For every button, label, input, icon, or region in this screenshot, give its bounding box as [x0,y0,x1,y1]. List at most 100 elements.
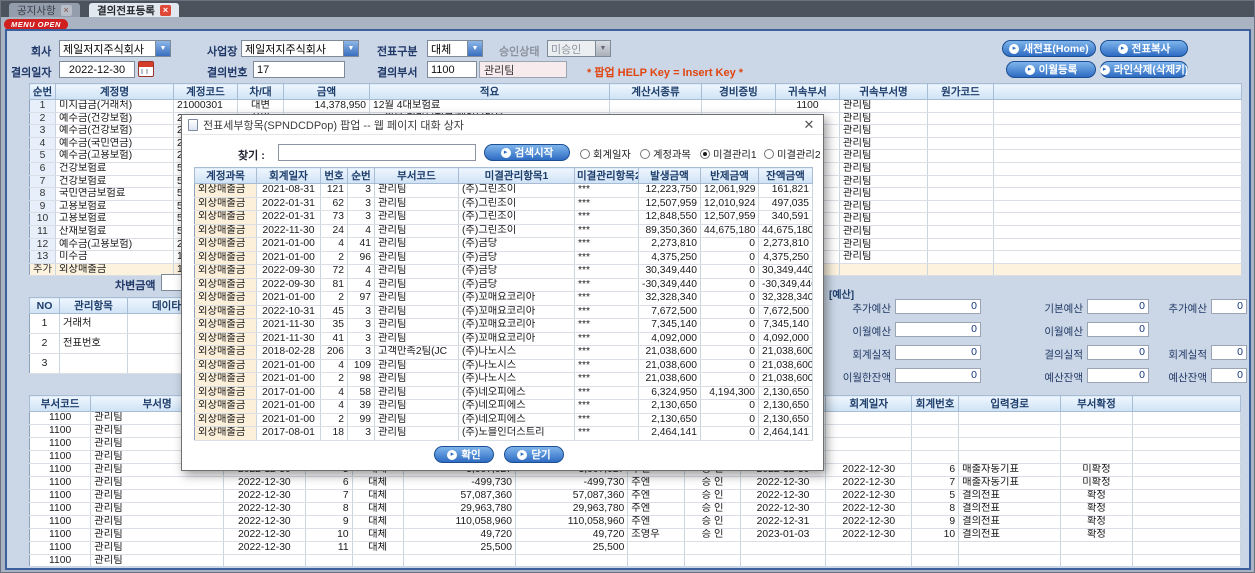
copy-voucher-button[interactable]: ▸ 전표복사 [1100,40,1188,57]
column-header[interactable] [1131,395,1241,412]
radio-account-title[interactable]: 계정과목 [640,146,691,161]
column-header[interactable]: 입력경로 [958,395,1062,412]
search-start-button[interactable]: ▸ 검색시작 [484,144,570,161]
grid-row[interactable]: 외상매출금 2022-09-30 81 4 관리팀 (주)금당 *** -30,349,440… [194,278,813,292]
new-voucher-button[interactable]: ▸ 새전표(Home) [1002,40,1096,57]
column-header[interactable]: 귀속부서 [775,83,840,100]
tab-notice[interactable]: 공지사항 × [9,3,80,17]
column-header[interactable]: 미결관리항목2 [574,167,639,184]
close-button[interactable]: ▸ 닫기 [504,446,564,463]
grid-row[interactable]: 외상매출금 2022-11-30 24 4 관리팀 (주)그린조이 *** 89,350,36… [194,224,813,238]
find-input[interactable] [278,144,476,161]
column-header[interactable]: 부서확정 [1060,395,1133,412]
column-header[interactable]: 원가코드 [927,83,994,100]
grid-row[interactable]: 외상매출금 2022-09-30 72 4 관리팀 (주)금당 *** 30,349,440 0… [194,264,813,279]
column-header[interactable]: 적요 [369,83,610,100]
column-header[interactable]: 금액 [283,83,370,100]
column-header[interactable]: 계정코드 [173,83,238,100]
slip-type-select[interactable]: 대체 ▼ [427,40,483,57]
grid-row[interactable]: 외상매출금 2021-01-00 2 99 관리팀 (주)네오피에스 *** 2,130,65… [194,413,813,427]
column-header[interactable]: 경비증빙 [701,83,776,100]
site-select[interactable]: 제일저지주식회사 ▼ [241,40,359,57]
management-items-grid[interactable]: NO 관리항목 데이타 1 거래처 2 전표번호 3 [29,297,206,374]
grid-row[interactable]: 외상매출금 2022-10-31 45 3 관리팀 (주)꼬매요코리아 *** 7,672,5… [194,305,813,319]
grid-row[interactable]: 3 [29,353,206,374]
radio-open-mgmt1[interactable]: 미결관리1 [700,146,757,161]
cell: 4 [320,359,348,373]
column-header[interactable]: 차/대 [237,83,284,100]
cell: 21,038,600 [758,372,813,387]
cell: -30,349,440 [638,278,701,292]
grid-row[interactable]: 1100 관리팀 2022-12-30 6 대체 -499,730 -499,730 주엔 승 … [29,476,1241,490]
column-header[interactable]: 계정명 [55,83,174,100]
grid-row[interactable]: 외상매출금 2021-08-31 121 3 관리팀 (주)그린조이 *** 12,223,7… [194,183,813,198]
column-header[interactable]: 회계일자 [256,167,321,184]
column-header[interactable]: 회계번호 [911,395,960,412]
column-header[interactable]: 잔액금액 [758,167,813,184]
close-icon[interactable]: ✕ [801,117,817,133]
column-header[interactable]: 순번 [347,167,375,184]
cell: 30,349,440 [758,264,813,279]
grid-row[interactable]: 1100 관리팀 2022-12-30 9 대체 110,058,960 110,058,9… [29,515,1241,529]
grid-row[interactable]: 외상매출금 2021-11-30 41 3 관리팀 (주)꼬매요코리아 *** 4,092,0… [194,332,813,346]
column-header[interactable]: 발생금액 [638,167,701,184]
column-header[interactable]: 계산서종류 [609,83,702,100]
carryover-register-button[interactable]: ▸ 이월등록 [1006,61,1096,78]
tab-voucher-entry[interactable]: 결의전표등록 × [89,3,179,17]
dept-name-value: 관리팀 [484,64,515,77]
grid-row[interactable]: 1100 관리팀 2022-12-30 10 대체 49,720 49,720 조영우 승 인2… [29,528,1241,542]
grid-row[interactable]: 외상매출금 2021-01-00 2 98 관리팀 (주)나노시스 *** 21,038,60… [194,372,813,387]
grid-row[interactable]: 1100 관리팀 2022-12-30 8 대체 29,963,780 29,963,780… [29,502,1241,516]
grid-row[interactable]: 외상매출금 2021-11-30 35 3 관리팀 (주)꼬매요코리아 *** 7,345,1… [194,318,813,333]
grid-row[interactable]: 외상매출금 2021-01-00 2 96 관리팀 (주)금당 *** 4,375,250 0 4… [194,251,813,265]
tab-close-icon[interactable]: × [159,4,171,16]
column-header[interactable]: NO [29,297,60,314]
calendar-icon[interactable] [138,61,154,77]
grid-row[interactable]: 외상매출금 2017-08-01 18 3 관리팀 (주)노블인더스트리 *** 2,464,… [194,426,813,441]
cell: 0 [700,291,759,306]
radio-accounting-date[interactable]: 회계일자 [580,146,631,161]
dept-code-input[interactable] [427,61,477,78]
column-header[interactable]: 회계일자 [825,395,913,412]
cell [1132,411,1241,425]
radio-open-mgmt2[interactable]: 미결관리2 [764,146,821,161]
column-header[interactable]: 관리항목 [59,297,128,314]
company-select[interactable]: 제일저지주식회사 ▼ [59,40,171,57]
grid-row[interactable]: 외상매출금 2021-01-00 4 39 관리팀 (주)네오피에스 *** 2,130,65… [194,399,813,414]
column-header[interactable]: 부서코드 [374,167,459,184]
cell [701,99,776,113]
grid-row[interactable]: 1 거래처 [29,313,206,334]
confirm-button[interactable]: ▸ 확인 [434,446,494,463]
select-value: 미승인 [551,43,582,56]
grid-row[interactable]: 외상매출금 2017-01-00 4 58 관리팀 (주)네오피에스 *** 6,324,95… [194,386,813,400]
cell: (주)금당 [458,237,575,252]
grid-row[interactable]: 1100 관리팀 2022-12-30 11 대체 25,500 25,500 [29,541,1241,555]
resolution-no-input[interactable] [253,61,345,78]
grid-row[interactable]: 외상매출금 2021-01-00 4 109 관리팀 (주)나노시스 *** 21,038,6… [194,359,813,373]
column-header[interactable]: 미결관리항목1 [458,167,575,184]
cell: -499,730 [515,476,629,490]
open-items-grid[interactable]: 계정과목 회계일자 번호 순번 부서코드 미결관리항목1 미결관리항목2 발생금액 반제금액 잔액… [194,167,813,441]
column-header[interactable]: 부서코드 [29,395,92,412]
grid-row[interactable]: 외상매출금 2022-01-31 73 3 관리팀 (주)그린조이 *** 12,848,55… [194,210,813,225]
popup-title-bar[interactable]: 전표세부항목(SPNDCDPop) 팝업 -- 웹 페이지 대화 상자 ✕ [182,115,823,135]
grid-row[interactable]: 외상매출금 2021-01-00 2 97 관리팀 (주)꼬매요코리아 *** 32,328,… [194,291,813,306]
column-header[interactable]: 순번 [29,83,56,100]
delete-line-button[interactable]: ▸ 라인삭제(삭제키) [1099,61,1188,78]
grid-row[interactable]: 외상매출금 2022-01-31 62 3 관리팀 (주)그린조이 *** 12,507,95… [194,197,813,211]
grid-row[interactable]: 1100 관리팀 [29,554,1241,566]
grid-row[interactable]: 외상매출금 2018-02-28 206 3 고객만족2팀(JC (주)나노시스 *** 21… [194,345,813,360]
cell: 관리팀 [839,200,928,214]
column-header[interactable] [993,83,1242,100]
cell: 2022-12-30 [740,502,827,516]
grid-row[interactable]: 1100 관리팀 2022-12-30 7 대체 57,087,360 57,087,360… [29,489,1241,503]
grid-row[interactable]: 1 미지급금(거래처) 21000301 대변 14,378,950 12월 4대보험료 1… [29,99,1242,113]
resolution-date-input[interactable] [59,61,135,78]
column-header[interactable]: 귀속부서명 [839,83,928,100]
grid-row[interactable]: 외상매출금 2021-01-00 4 41 관리팀 (주)금당 *** 2,273,810 0 2… [194,237,813,252]
column-header[interactable]: 계정과목 [194,167,257,184]
column-header[interactable]: 반제금액 [700,167,759,184]
tab-close-icon[interactable]: × [60,4,72,16]
column-header[interactable]: 번호 [320,167,348,184]
grid-row[interactable]: 2 전표번호 [29,333,206,354]
